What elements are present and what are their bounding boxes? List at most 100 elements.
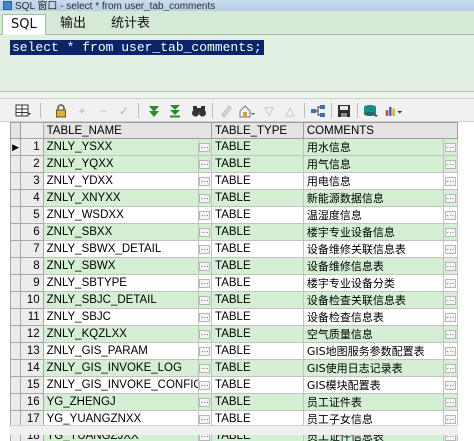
table-row[interactable]: 13 ZNLY_GIS_PARAM ··· TABLE GIS地图服务参数配置表 ··· <box>9 342 459 360</box>
cell-editor-button[interactable]: ··· <box>442 172 459 190</box>
cell-comments[interactable]: GIS地图服务参数配置表 <box>302 342 444 360</box>
cell-editor-button[interactable]: ··· <box>197 291 213 309</box>
ellipsis-icon[interactable]: ··· <box>199 176 211 186</box>
save-icon[interactable] <box>335 102 353 119</box>
cell-editor-button[interactable]: ··· <box>442 189 459 207</box>
add-row-icon[interactable]: + <box>73 102 91 119</box>
row-number[interactable]: 2 <box>20 155 44 173</box>
cell-editor-button[interactable]: ··· <box>442 240 459 258</box>
table-row[interactable]: 2 ZNLY_YQXX ··· TABLE 用气信息 ··· <box>9 155 459 173</box>
row-number[interactable]: 7 <box>20 240 44 258</box>
ellipsis-icon[interactable]: ··· <box>444 346 456 356</box>
column-header-table-name[interactable]: TABLE_NAME <box>42 122 213 139</box>
table-row[interactable]: 5 ZNLY_WSDXX ··· TABLE 温湿度信息 ··· <box>9 206 459 224</box>
row-number[interactable]: 12 <box>20 325 44 343</box>
ellipsis-icon[interactable]: ··· <box>199 278 211 288</box>
cell-table-type[interactable]: TABLE <box>211 138 304 156</box>
fetch-all-icon[interactable] <box>166 102 184 119</box>
row-number[interactable]: 9 <box>20 274 44 292</box>
row-number[interactable]: 11 <box>20 308 44 326</box>
ellipsis-icon[interactable]: ··· <box>444 210 456 220</box>
row-number[interactable]: 1 <box>20 138 44 156</box>
ellipsis-icon[interactable]: ··· <box>199 295 211 305</box>
cell-editor-button[interactable]: ··· <box>442 206 459 224</box>
ellipsis-icon[interactable]: ··· <box>199 329 211 339</box>
find-icon[interactable] <box>190 102 208 119</box>
cell-editor-button[interactable]: ··· <box>442 257 459 275</box>
cell-editor-button[interactable]: ··· <box>197 342 213 360</box>
cell-comments[interactable]: 楼宇专业设备分类 <box>302 274 444 292</box>
row-number[interactable]: 6 <box>20 223 44 241</box>
cell-table-type[interactable]: TABLE <box>211 274 304 292</box>
column-header-comments[interactable]: COMMENTS <box>302 122 459 139</box>
cell-table-type[interactable]: TABLE <box>211 257 304 275</box>
row-number[interactable]: 3 <box>20 172 44 190</box>
cell-table-type[interactable]: TABLE <box>211 393 304 411</box>
cell-comments[interactable]: 员工证件表 <box>302 393 444 411</box>
cell-editor-button[interactable]: ··· <box>442 359 459 377</box>
grid-icon[interactable] <box>14 102 32 119</box>
ellipsis-icon[interactable]: ··· <box>444 193 456 203</box>
table-row[interactable]: 9 ZNLY_SBTYPE ··· TABLE 楼宇专业设备分类 ··· <box>9 274 459 292</box>
row-number[interactable]: 16 <box>20 393 44 411</box>
table-row[interactable]: 4 ZNLY_XNYXX ··· TABLE 新能源数据信息 ··· <box>9 189 459 207</box>
cell-table-type[interactable]: TABLE <box>211 342 304 360</box>
cell-table-name[interactable]: ZNLY_KQZLXX <box>42 325 199 343</box>
ellipsis-icon[interactable]: ··· <box>199 312 211 322</box>
cell-editor-button[interactable]: ··· <box>197 189 213 207</box>
cell-table-name[interactable]: ZNLY_YSXX <box>42 138 199 156</box>
cell-editor-button[interactable]: ··· <box>197 223 213 241</box>
ellipsis-icon[interactable]: ··· <box>199 380 211 390</box>
tab-statistics[interactable]: 统计表 <box>103 14 158 35</box>
previous-icon[interactable]: ▽ <box>260 102 278 119</box>
row-number[interactable]: 13 <box>20 342 44 360</box>
cell-table-type[interactable]: TABLE <box>211 240 304 258</box>
cell-comments[interactable]: 空气质量信息 <box>302 325 444 343</box>
cell-editor-button[interactable]: ··· <box>197 172 213 190</box>
ellipsis-icon[interactable]: ··· <box>444 278 456 288</box>
cell-editor-button[interactable]: ··· <box>442 308 459 326</box>
cell-editor-button[interactable]: ··· <box>197 240 213 258</box>
ellipsis-icon[interactable]: ··· <box>199 210 211 220</box>
query-by-example-icon[interactable] <box>238 102 256 119</box>
cell-table-name[interactable]: ZNLY_SBXX <box>42 223 199 241</box>
cell-comments[interactable]: 设备检查关联信息表 <box>302 291 444 309</box>
cell-editor-button[interactable]: ··· <box>197 274 213 292</box>
ellipsis-icon[interactable]: ··· <box>199 346 211 356</box>
ellipsis-icon[interactable]: ··· <box>444 261 456 271</box>
ellipsis-icon[interactable]: ··· <box>444 380 456 390</box>
cell-editor-button[interactable]: ··· <box>442 393 459 411</box>
sql-statement[interactable]: select * from user_tab_comments; <box>10 40 264 55</box>
cell-comments[interactable]: 设备检查信息表 <box>302 308 444 326</box>
delete-row-icon[interactable]: − <box>94 102 112 119</box>
ellipsis-icon[interactable]: ··· <box>199 414 211 424</box>
cell-editor-button[interactable]: ··· <box>442 223 459 241</box>
cell-editor-button[interactable]: ··· <box>442 138 459 156</box>
table-row[interactable]: 6 ZNLY_SBXX ··· TABLE 楼宇专业设备信息 ··· <box>9 223 459 241</box>
cell-table-type[interactable]: TABLE <box>211 308 304 326</box>
row-number[interactable]: 8 <box>20 257 44 275</box>
ellipsis-icon[interactable]: ··· <box>444 363 456 373</box>
cell-editor-button[interactable]: ··· <box>442 274 459 292</box>
grid-corner[interactable] <box>9 122 22 139</box>
cell-comments[interactable]: 温湿度信息 <box>302 206 444 224</box>
cell-comments[interactable]: 用气信息 <box>302 155 444 173</box>
ellipsis-icon[interactable]: ··· <box>444 142 456 152</box>
cell-table-type[interactable]: TABLE <box>211 155 304 173</box>
tab-sql[interactable]: SQL <box>2 14 46 36</box>
row-number[interactable]: 14 <box>20 359 44 377</box>
cell-editor-button[interactable]: ··· <box>197 325 213 343</box>
connection-icon[interactable] <box>309 102 327 119</box>
cell-table-type[interactable]: TABLE <box>211 172 304 190</box>
cell-table-name[interactable]: ZNLY_GIS_PARAM <box>42 342 199 360</box>
table-row[interactable]: 16 YG_ZHENGJ ··· TABLE 员工证件表 ··· <box>9 393 459 411</box>
cell-table-name[interactable]: ZNLY_GIS_INVOKE_CONFIG <box>42 376 199 394</box>
table-row[interactable]: 3 ZNLY_YDXX ··· TABLE 用电信息 ··· <box>9 172 459 190</box>
cell-table-type[interactable]: TABLE <box>211 291 304 309</box>
cell-editor-button[interactable]: ··· <box>197 376 213 394</box>
table-row[interactable]: 14 ZNLY_GIS_INVOKE_LOG ··· TABLE GIS使用日志记录表 ·… <box>9 359 459 377</box>
cell-comments[interactable]: 用水信息 <box>302 138 444 156</box>
table-row[interactable]: 8 ZNLY_SBWX ··· TABLE 设备维修信息表 ··· <box>9 257 459 275</box>
chart-icon[interactable] <box>385 102 403 119</box>
cell-comments[interactable]: GIS模块配置表 <box>302 376 444 394</box>
